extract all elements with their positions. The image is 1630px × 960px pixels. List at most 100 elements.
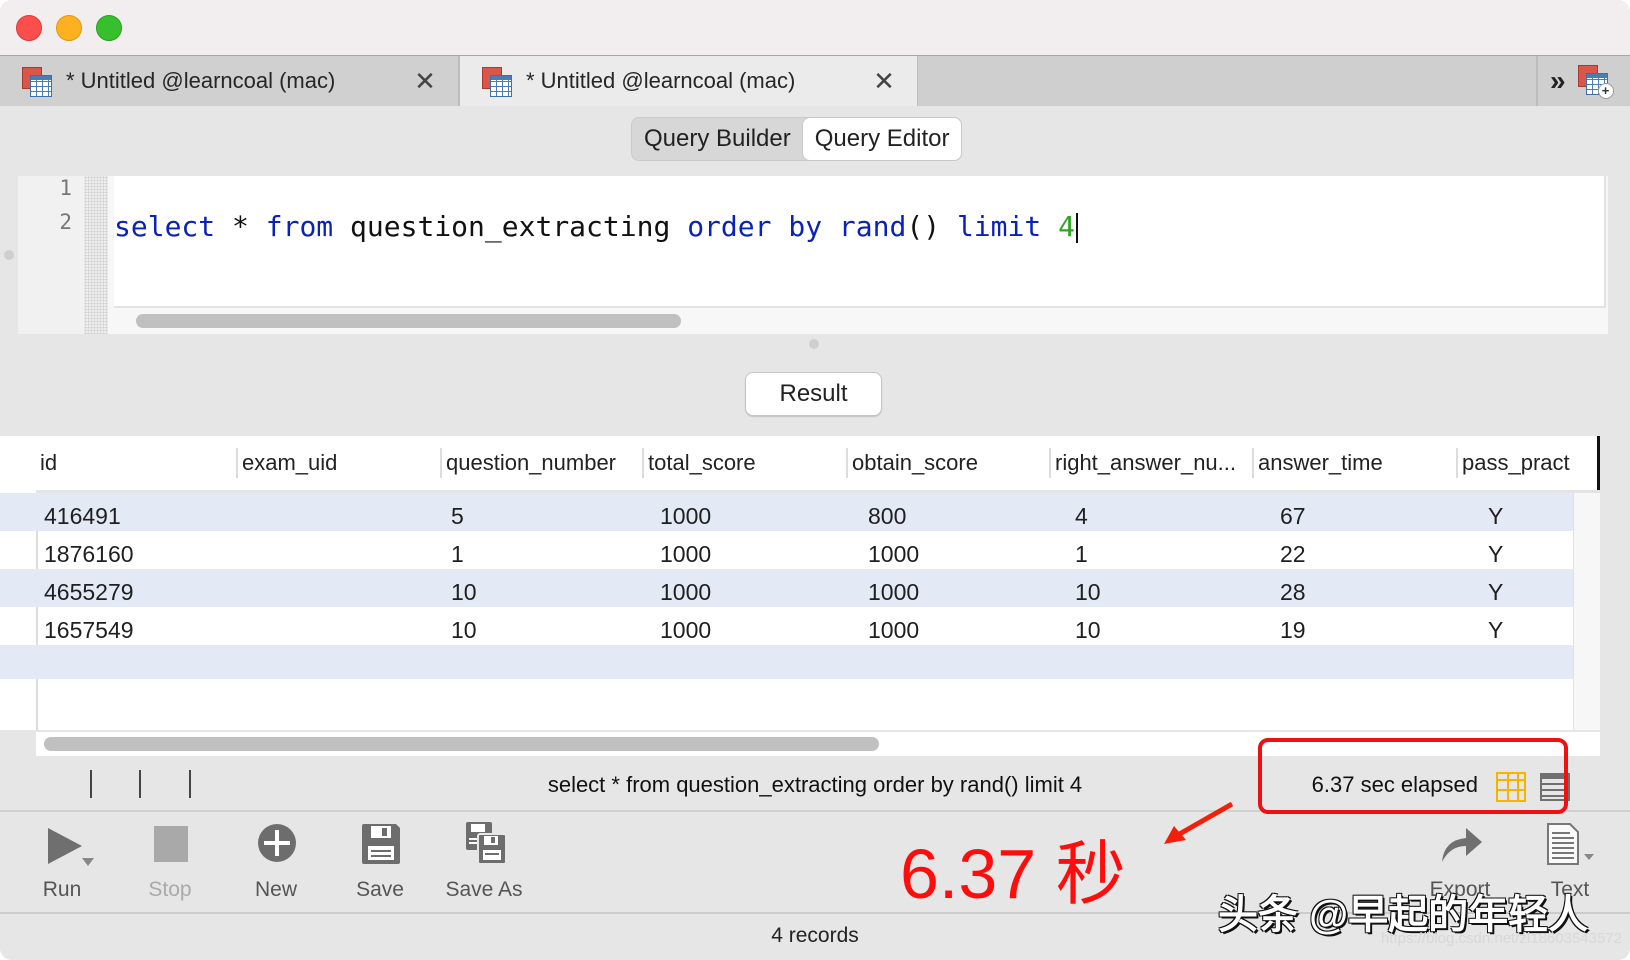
sql-editor[interactable]: 1 2 select * from question_extracting or… [18, 176, 1608, 334]
query-builder-tab[interactable]: Query Builder [632, 118, 803, 160]
result-tab-button[interactable]: Result [745, 372, 882, 416]
run-button[interactable]: Run [12, 812, 112, 912]
cell-id: 4655279 [44, 579, 134, 605]
close-tab-icon[interactable]: ✕ [410, 66, 440, 97]
tok-table: question_extracting [333, 210, 688, 243]
elapsed-highlight-box [1258, 738, 1568, 814]
tok-star: * [215, 210, 266, 243]
cell-id: 416491 [44, 503, 121, 529]
cell-total-score: 1000 [660, 541, 712, 567]
cell-right-answer-num: 1 [1075, 541, 1088, 567]
cell-obtain-score: 1000 [868, 617, 920, 643]
fn-rand: rand [838, 210, 907, 243]
cell-total-score: 1000 [660, 579, 712, 605]
grid-vertical-scrollbar[interactable] [1573, 493, 1600, 730]
kw-by: by [788, 210, 823, 243]
header-edge [1597, 436, 1600, 490]
column-header-exam-uid[interactable]: exam_uid [236, 448, 434, 478]
text-caret [1075, 213, 1078, 243]
tab-title: * Untitled @learncoal (mac) [526, 68, 796, 93]
close-tab-icon[interactable]: ✕ [869, 66, 899, 97]
cell-answer-time: 67 [1280, 503, 1306, 529]
left-resize-handle[interactable] [4, 250, 14, 260]
table-row[interactable]: 4655279 10 1000 1000 10 28 Y [0, 569, 1600, 607]
kw-select: select [114, 210, 216, 243]
column-header-obtain-score[interactable]: obtain_score [846, 448, 1044, 478]
tab-overflow-area: » + [1536, 56, 1630, 106]
splitter-handle[interactable] [809, 339, 819, 349]
cell-right-answer-num: 4 [1075, 503, 1088, 529]
cell-id: 1657549 [44, 617, 134, 643]
kw-order: order [687, 210, 772, 243]
kw-from: from [265, 210, 334, 243]
save-button[interactable]: Save [330, 812, 430, 912]
new-button[interactable]: New [226, 812, 326, 912]
line-number-gutter: 1 2 [18, 176, 84, 334]
cell-question-number: 5 [451, 503, 464, 529]
cell-question-number: 1 [451, 541, 464, 567]
minimize-window-button[interactable] [56, 15, 82, 41]
tab-query-1[interactable]: * Untitled @learncoal (mac) ✕ [0, 56, 460, 106]
cell-pass-practice: Y [1488, 579, 1504, 605]
code-area[interactable]: select * from question_extracting order … [114, 176, 1606, 308]
cell-pass-practice: Y [1488, 541, 1504, 567]
fold-margin [84, 176, 108, 334]
export-arrow-icon [1442, 828, 1482, 862]
watermark-url: https://blog.csdn.net/zl18603543572 [1380, 930, 1622, 947]
line-number: 1 [59, 176, 72, 200]
editor-horizontal-scrollbar[interactable] [136, 314, 681, 328]
cell-obtain-score: 1000 [868, 579, 920, 605]
column-header-id[interactable]: id [36, 448, 232, 478]
text-document-icon [1547, 823, 1594, 865]
save-as-label: Save As [445, 878, 523, 901]
tab-query-2[interactable]: * Untitled @learncoal (mac) ✕ [460, 56, 918, 106]
cell-right-answer-num: 10 [1075, 617, 1101, 643]
code-line-2: select * from question_extracting order … [114, 210, 1078, 243]
grid-header: id exam_uid question_number total_score … [36, 436, 1600, 493]
zoom-window-button[interactable] [96, 15, 122, 41]
title-bar [0, 0, 1630, 55]
results-grid: id exam_uid question_number total_score … [0, 436, 1600, 730]
save-as-button[interactable]: Save As [432, 812, 536, 912]
run-label: Run [42, 878, 82, 901]
query-table-icon [482, 67, 512, 97]
annotation-seconds-text: 6.37 秒 [900, 835, 1126, 913]
tab-title: * Untitled @learncoal (mac) [66, 68, 336, 93]
table-row[interactable]: 1876160 1 1000 1000 1 22 Y [0, 531, 1600, 569]
kw-limit: limit [956, 210, 1042, 243]
close-window-button[interactable] [16, 15, 42, 41]
query-table-icon [22, 67, 52, 97]
grid-horizontal-scrollbar[interactable] [44, 737, 879, 751]
cell-right-answer-num: 10 [1075, 579, 1101, 605]
cell-answer-time: 22 [1280, 541, 1306, 567]
more-tabs-chevron-icon[interactable]: » [1550, 65, 1565, 97]
new-query-tab-icon[interactable]: + [1577, 65, 1614, 99]
cell-total-score: 1000 [660, 503, 712, 529]
stop-button[interactable]: Stop [120, 812, 220, 912]
add-circle-icon [258, 824, 296, 862]
column-header-right-answer-num[interactable]: right_answer_nu... [1049, 448, 1247, 478]
save-as-icon [466, 822, 507, 865]
cell-obtain-score: 1000 [868, 541, 920, 567]
cell-answer-time: 28 [1280, 579, 1306, 605]
column-header-total-score[interactable]: total_score [642, 448, 840, 478]
floppy-disk-icon [362, 824, 400, 864]
stop-icon [154, 826, 188, 862]
cell-id: 1876160 [44, 541, 134, 567]
table-row[interactable]: 1657549 10 1000 1000 10 19 Y [0, 607, 1600, 645]
query-editor-tab[interactable]: Query Editor [802, 118, 962, 160]
cell-question-number: 10 [451, 579, 477, 605]
save-label: Save [356, 878, 404, 901]
column-header-question-number[interactable]: question_number [440, 448, 638, 478]
annotation-arrow-icon [1164, 801, 1234, 844]
stop-label: Stop [148, 878, 192, 901]
cell-question-number: 10 [451, 617, 477, 643]
play-icon [48, 828, 94, 866]
cell-pass-practice: Y [1488, 617, 1504, 643]
empty-row [0, 645, 1600, 679]
cell-total-score: 1000 [660, 617, 712, 643]
column-header-answer-time[interactable]: answer_time [1252, 448, 1450, 478]
column-header-pass-practice[interactable]: pass_pract [1456, 448, 1578, 478]
table-row[interactable]: 416491 5 1000 800 4 67 Y [0, 493, 1600, 531]
new-label: New [254, 878, 297, 901]
